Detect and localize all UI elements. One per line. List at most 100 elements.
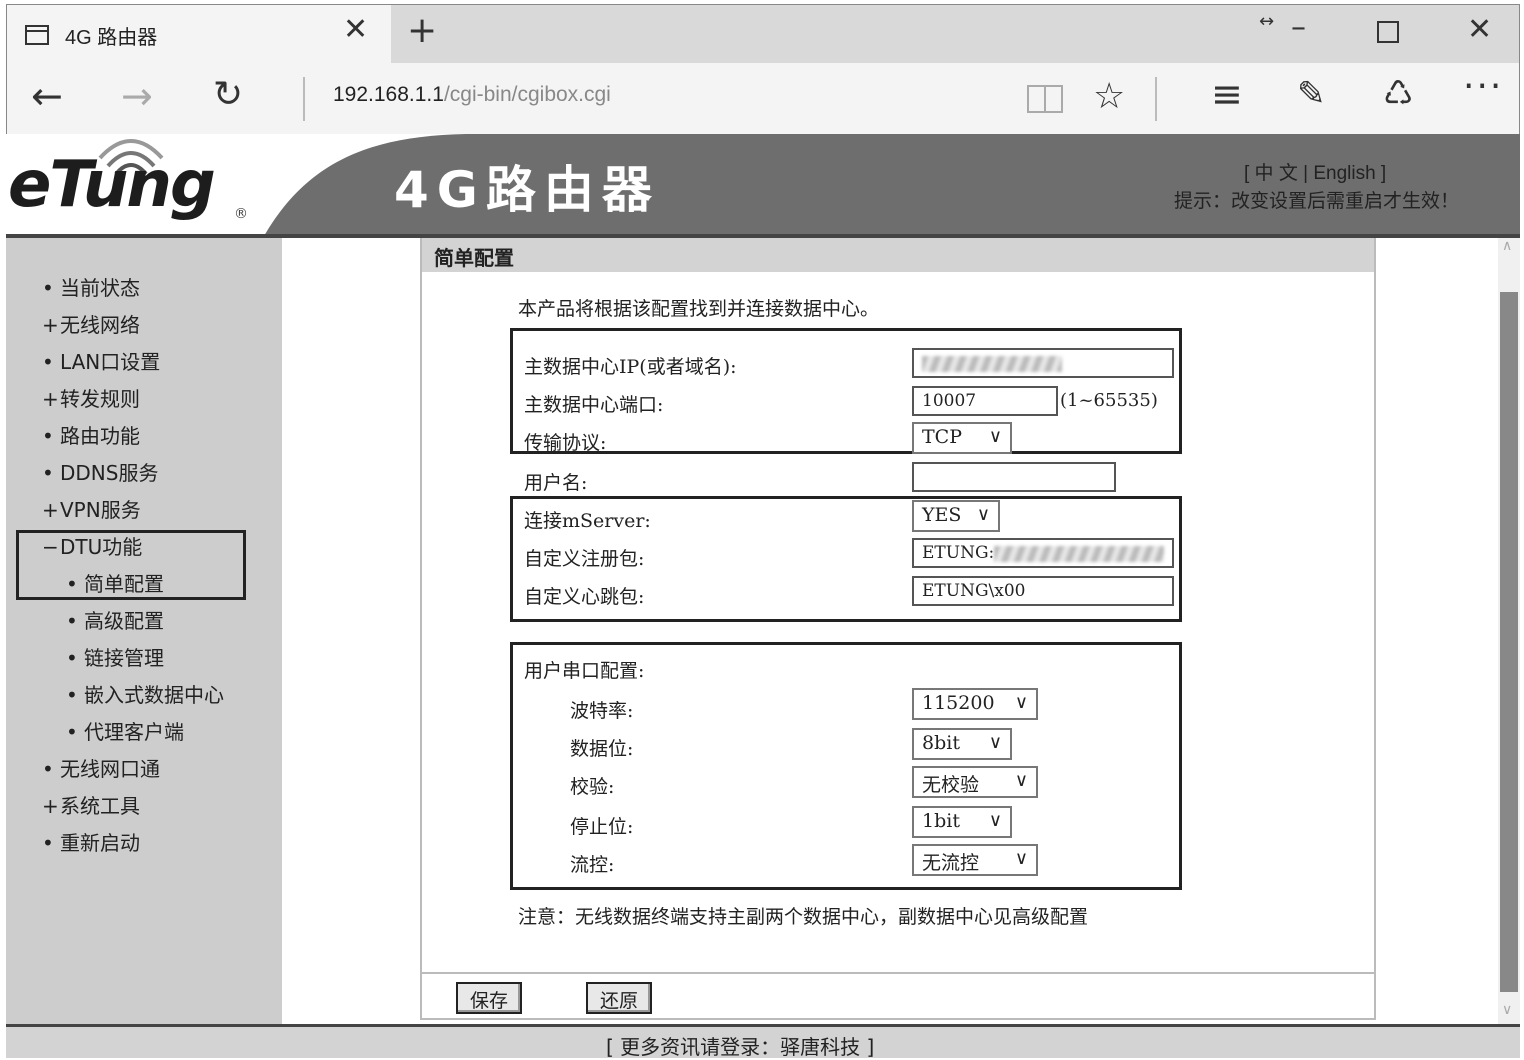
back-icon[interactable]: ← xyxy=(31,77,63,115)
sidebar-item-system-tools[interactable]: +系统工具 xyxy=(42,790,140,819)
logo: eTung xyxy=(8,148,216,222)
sidebar-item-ddns[interactable]: • DDNS服务 xyxy=(42,457,158,486)
divider xyxy=(303,77,305,121)
sidebar-item-label: 链接管理 xyxy=(84,646,164,670)
refresh-icon[interactable]: ↻ xyxy=(213,77,243,113)
hub-icon[interactable]: ≡ xyxy=(1211,75,1243,113)
sidebar-item-label: 无线网络 xyxy=(60,313,140,337)
language-switch[interactable]: [ 中 文 | English ] xyxy=(1244,158,1386,185)
scrollbar[interactable]: ∧ ∨ xyxy=(1498,238,1520,1024)
page-icon xyxy=(25,25,49,45)
parity-value: 无校验 xyxy=(922,774,980,796)
tab-title: 4G 路由器 xyxy=(65,27,158,49)
flow-control-select[interactable]: 无流控 ∨ xyxy=(912,844,1038,876)
restart-hint: 提示：改变设置后需重启才生效！ xyxy=(1174,190,1460,212)
flow-control-value: 无流控 xyxy=(922,852,980,874)
stop-bits-label: 停止位: xyxy=(570,816,634,838)
intro-text: 本产品将根据该配置找到并连接数据中心。 xyxy=(518,298,880,320)
protocol-select[interactable]: TCP ∨ xyxy=(912,422,1012,454)
bullet: • xyxy=(42,424,54,448)
maximize-icon[interactable] xyxy=(1377,21,1399,43)
share-icon[interactable]: ♺ xyxy=(1383,77,1413,111)
chevron-down-icon: ∨ xyxy=(988,426,1002,447)
reading-view-icon[interactable] xyxy=(1027,85,1063,113)
register-packet-input[interactable]: ETUNG: xyxy=(912,538,1174,568)
sidebar-item-embedded-data-center[interactable]: • 嵌入式数据中心 xyxy=(66,679,224,708)
bullet: • xyxy=(42,757,54,781)
chevron-down-icon: ∨ xyxy=(976,504,990,525)
protocol-value: TCP xyxy=(922,426,962,448)
server-port-input[interactable]: 10007 xyxy=(912,386,1058,416)
save-button[interactable]: 保存 xyxy=(456,982,523,1014)
web-note-icon[interactable]: ✎ xyxy=(1297,77,1326,111)
stop-bits-value: 1bit xyxy=(922,810,960,832)
data-bits-label: 数据位: xyxy=(570,738,634,760)
divider xyxy=(1155,77,1157,121)
sidebar-item-advanced-config[interactable]: • 高级配置 xyxy=(66,605,164,634)
server-port-label: 主数据中心端口: xyxy=(524,394,664,416)
baud-rate-select[interactable]: 115200 ∨ xyxy=(912,688,1038,720)
footer: [ 更多资讯请登录：驿唐科技 ] xyxy=(6,1024,1520,1059)
parity-select[interactable]: 无校验 ∨ xyxy=(912,766,1038,798)
mserver-select[interactable]: YES ∨ xyxy=(912,500,1000,532)
sidebar-item-proxy-client[interactable]: • 代理客户端 xyxy=(66,716,184,745)
navigation-bar: ← → ↻ 192.168.1.1/cgi-bin/cgibox.cgi ☆ ≡… xyxy=(7,63,1519,135)
footer-text: [ 更多资讯请登录：驿唐科技 ] xyxy=(606,1035,875,1059)
address-path: /cgi-bin/cgibox.cgi xyxy=(443,83,611,106)
sidebar-item-wireless[interactable]: +无线网络 xyxy=(42,309,140,338)
browser-chrome: 4G 路由器 ✕ + ↔ – ✕ ← → ↻ 192.168.1.1/cgi-b… xyxy=(6,4,1520,135)
chevron-down-icon: ∨ xyxy=(1014,770,1028,791)
register-packet-value: ETUNG: xyxy=(922,543,995,563)
sidebar-item-label: VPN服务 xyxy=(60,498,141,522)
stop-bits-select[interactable]: 1bit ∨ xyxy=(912,806,1012,838)
more-icon[interactable]: ··· xyxy=(1463,69,1503,105)
resize-arrows-icon: ↔ xyxy=(1259,11,1275,32)
forward-icon[interactable]: → xyxy=(121,77,153,115)
sidebar-item-forwarding[interactable]: +转发规则 xyxy=(42,383,140,412)
data-bits-value: 8bit xyxy=(922,732,960,754)
scroll-up-icon[interactable]: ∧ xyxy=(1502,238,1512,254)
panel-title-bar: 简单配置 xyxy=(422,238,1374,272)
sidebar-item-vpn[interactable]: +VPN服务 xyxy=(42,494,141,523)
sidebar-item-label: 无线网口通 xyxy=(60,757,160,781)
flow-control-label: 流控: xyxy=(570,854,615,876)
protocol-label: 传输协议: xyxy=(524,432,607,454)
sidebar-item-label: 路由功能 xyxy=(60,424,140,448)
sidebar-item-routing[interactable]: • 路由功能 xyxy=(42,420,140,449)
sidebar-item-label: 系统工具 xyxy=(60,794,140,818)
data-bits-select[interactable]: 8bit ∨ xyxy=(912,728,1012,760)
mserver-value: YES xyxy=(922,504,962,526)
close-tab-icon[interactable]: ✕ xyxy=(343,15,368,45)
favorite-star-icon[interactable]: ☆ xyxy=(1093,79,1125,115)
bullet: + xyxy=(42,498,59,522)
sidebar-item-label: 重新启动 xyxy=(60,831,140,855)
sidebar-item-label: LAN口设置 xyxy=(60,350,161,374)
close-icon[interactable]: ✕ xyxy=(1467,15,1492,45)
sidebar-item-reboot[interactable]: • 重新启动 xyxy=(42,827,140,856)
sidebar-item-label: 嵌入式数据中心 xyxy=(84,683,224,707)
sidebar-item-link-management[interactable]: • 链接管理 xyxy=(66,642,164,671)
panel-title: 简单配置 xyxy=(434,246,514,270)
bullet: • xyxy=(66,683,78,707)
bullet: + xyxy=(42,313,59,337)
chevron-down-icon: ∨ xyxy=(988,732,1002,753)
new-tab-button[interactable]: + xyxy=(407,13,437,49)
minimize-icon[interactable]: – xyxy=(1291,13,1306,43)
bullet: • xyxy=(42,350,54,374)
server-ip-input[interactable] xyxy=(912,348,1174,378)
bullet: + xyxy=(42,794,59,818)
sidebar-item-status[interactable]: • 当前状态 xyxy=(42,272,140,301)
address-bar[interactable]: 192.168.1.1/cgi-bin/cgibox.cgi xyxy=(333,83,611,107)
scroll-down-icon[interactable]: ∨ xyxy=(1502,1002,1512,1018)
username-input[interactable] xyxy=(912,462,1116,492)
sidebar-item-wireless-port[interactable]: • 无线网口通 xyxy=(42,753,160,782)
restore-button[interactable]: 还原 xyxy=(586,982,653,1014)
sidebar-item-lan[interactable]: • LAN口设置 xyxy=(42,346,160,375)
page-title: 4G路由器 xyxy=(394,161,660,219)
heartbeat-packet-input[interactable]: ETUNG\x00 xyxy=(912,576,1174,606)
scroll-thumb[interactable] xyxy=(1500,292,1518,992)
sidebar: • 当前状态 +无线网络 • LAN口设置 +转发规则 • 路由功能 • DDNS服务 … xyxy=(6,238,282,1024)
username-label: 用户名: xyxy=(524,472,588,494)
browser-tab[interactable]: 4G 路由器 ✕ xyxy=(7,5,391,63)
selection-highlight xyxy=(16,530,246,600)
